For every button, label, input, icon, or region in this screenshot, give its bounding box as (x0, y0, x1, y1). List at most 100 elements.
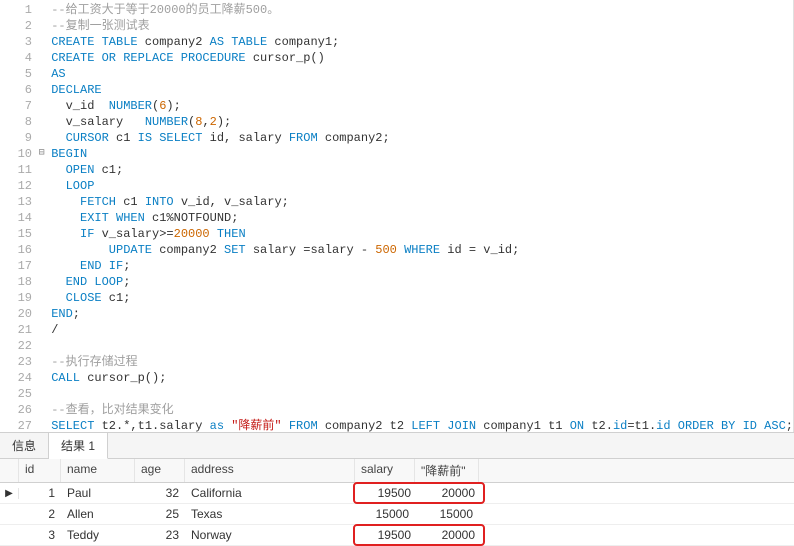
fold-marker (38, 34, 45, 50)
cell-before[interactable]: 15000 (415, 505, 479, 523)
fold-column[interactable]: ⊟ (38, 0, 45, 432)
cell-salary[interactable]: 19500 (357, 526, 417, 544)
code-line[interactable]: v_salary NUMBER(8,2); (51, 114, 793, 130)
fold-marker (38, 258, 45, 274)
fold-marker[interactable]: ⊟ (38, 146, 45, 162)
code-line[interactable]: EXIT WHEN c1%NOTFOUND; (51, 210, 793, 226)
line-number: 13 (4, 194, 32, 210)
fold-marker (38, 66, 45, 82)
code-line[interactable]: AS (51, 66, 793, 82)
line-number: 5 (4, 66, 32, 82)
cell-name[interactable]: Teddy (61, 526, 135, 544)
line-number: 18 (4, 274, 32, 290)
tab-result-1[interactable]: 结果 1 (49, 433, 108, 459)
col-header-before[interactable]: "降薪前" (415, 459, 479, 482)
line-number: 23 (4, 354, 32, 370)
fold-marker (38, 194, 45, 210)
cell-before[interactable]: 20000 (417, 484, 481, 502)
line-number: 24 (4, 370, 32, 386)
code-line[interactable]: CLOSE c1; (51, 290, 793, 306)
line-number: 2 (4, 18, 32, 34)
line-number: 17 (4, 258, 32, 274)
code-line[interactable]: v_id NUMBER(6); (51, 98, 793, 114)
result-grid: id name age address salary "降薪前" ▶1Paul3… (0, 459, 794, 546)
table-row[interactable]: 3Teddy23Norway1950020000 (0, 525, 794, 546)
code-area[interactable]: --给工资大于等于20000的员工降薪500。--复制一张测试表CREATE T… (45, 0, 793, 432)
col-header-id[interactable]: id (19, 459, 61, 482)
grid-body: ▶1Paul32California19500200002Allen25Texa… (0, 483, 794, 546)
code-line[interactable]: CREATE OR REPLACE PROCEDURE cursor_p() (51, 50, 793, 66)
code-line[interactable]: CURSOR c1 IS SELECT id, salary FROM comp… (51, 130, 793, 146)
code-line[interactable]: END LOOP; (51, 274, 793, 290)
code-line[interactable]: FETCH c1 INTO v_id, v_salary; (51, 194, 793, 210)
code-line[interactable]: UPDATE company2 SET salary =salary - 500… (51, 242, 793, 258)
cell-id[interactable]: 3 (19, 526, 61, 544)
line-number: 4 (4, 50, 32, 66)
code-line[interactable]: END IF; (51, 258, 793, 274)
table-row[interactable]: 2Allen25Texas1500015000 (0, 504, 794, 525)
line-number: 8 (4, 114, 32, 130)
fold-marker (38, 98, 45, 114)
fold-marker (38, 306, 45, 322)
code-line[interactable] (51, 338, 793, 354)
line-number: 22 (4, 338, 32, 354)
fold-marker (38, 178, 45, 194)
row-marker-header (0, 459, 19, 482)
code-line[interactable] (51, 386, 793, 402)
fold-marker (38, 386, 45, 402)
line-number: 20 (4, 306, 32, 322)
col-header-address[interactable]: address (185, 459, 355, 482)
code-editor[interactable]: 1234567891011121314151617181920212223242… (0, 0, 794, 432)
cell-name[interactable]: Allen (61, 505, 135, 523)
line-number: 19 (4, 290, 32, 306)
line-number: 9 (4, 130, 32, 146)
cell-age[interactable]: 23 (135, 526, 185, 544)
fold-marker (38, 130, 45, 146)
cell-age[interactable]: 32 (135, 484, 185, 502)
code-line[interactable]: OPEN c1; (51, 162, 793, 178)
line-number: 16 (4, 242, 32, 258)
code-line[interactable]: --复制一张测试表 (51, 18, 793, 34)
cell-before[interactable]: 20000 (417, 526, 481, 544)
code-line[interactable]: DECLARE (51, 82, 793, 98)
code-line[interactable]: CREATE TABLE company2 AS TABLE company1; (51, 34, 793, 50)
code-line[interactable]: CALL cursor_p(); (51, 370, 793, 386)
line-number: 11 (4, 162, 32, 178)
code-line[interactable]: IF v_salary>=20000 THEN (51, 226, 793, 242)
fold-marker (38, 354, 45, 370)
fold-marker (38, 162, 45, 178)
code-line[interactable]: LOOP (51, 178, 793, 194)
col-header-name[interactable]: name (61, 459, 135, 482)
result-tabs: 信息 结果 1 (0, 432, 794, 459)
code-line[interactable]: SELECT t2.*,t1.salary as "降薪前" FROM comp… (51, 418, 793, 432)
cell-id[interactable]: 1 (19, 484, 61, 502)
line-number: 15 (4, 226, 32, 242)
cell-salary[interactable]: 15000 (355, 505, 415, 523)
cell-address[interactable]: Texas (185, 505, 355, 523)
row-pointer-icon: ▶ (0, 488, 19, 499)
code-line[interactable]: --查看，比对结果变化 (51, 402, 793, 418)
line-number: 26 (4, 402, 32, 418)
table-row[interactable]: ▶1Paul32California1950020000 (0, 483, 794, 504)
grid-header: id name age address salary "降薪前" (0, 459, 794, 483)
cell-age[interactable]: 25 (135, 505, 185, 523)
cell-name[interactable]: Paul (61, 484, 135, 502)
fold-marker (38, 82, 45, 98)
line-number: 3 (4, 34, 32, 50)
code-line[interactable]: BEGIN (51, 146, 793, 162)
col-header-age[interactable]: age (135, 459, 185, 482)
line-number: 6 (4, 82, 32, 98)
cell-id[interactable]: 2 (19, 505, 61, 523)
line-number: 14 (4, 210, 32, 226)
col-header-salary[interactable]: salary (355, 459, 415, 482)
cell-address[interactable]: Norway (185, 526, 355, 544)
cell-address[interactable]: California (185, 484, 355, 502)
tab-info[interactable]: 信息 (0, 433, 49, 458)
code-line[interactable]: / (51, 322, 793, 338)
code-line[interactable]: --给工资大于等于20000的员工降薪500。 (51, 2, 793, 18)
cell-salary[interactable]: 19500 (357, 484, 417, 502)
code-line[interactable]: END; (51, 306, 793, 322)
code-line[interactable]: --执行存储过程 (51, 354, 793, 370)
line-number: 1 (4, 2, 32, 18)
fold-marker (38, 2, 45, 18)
